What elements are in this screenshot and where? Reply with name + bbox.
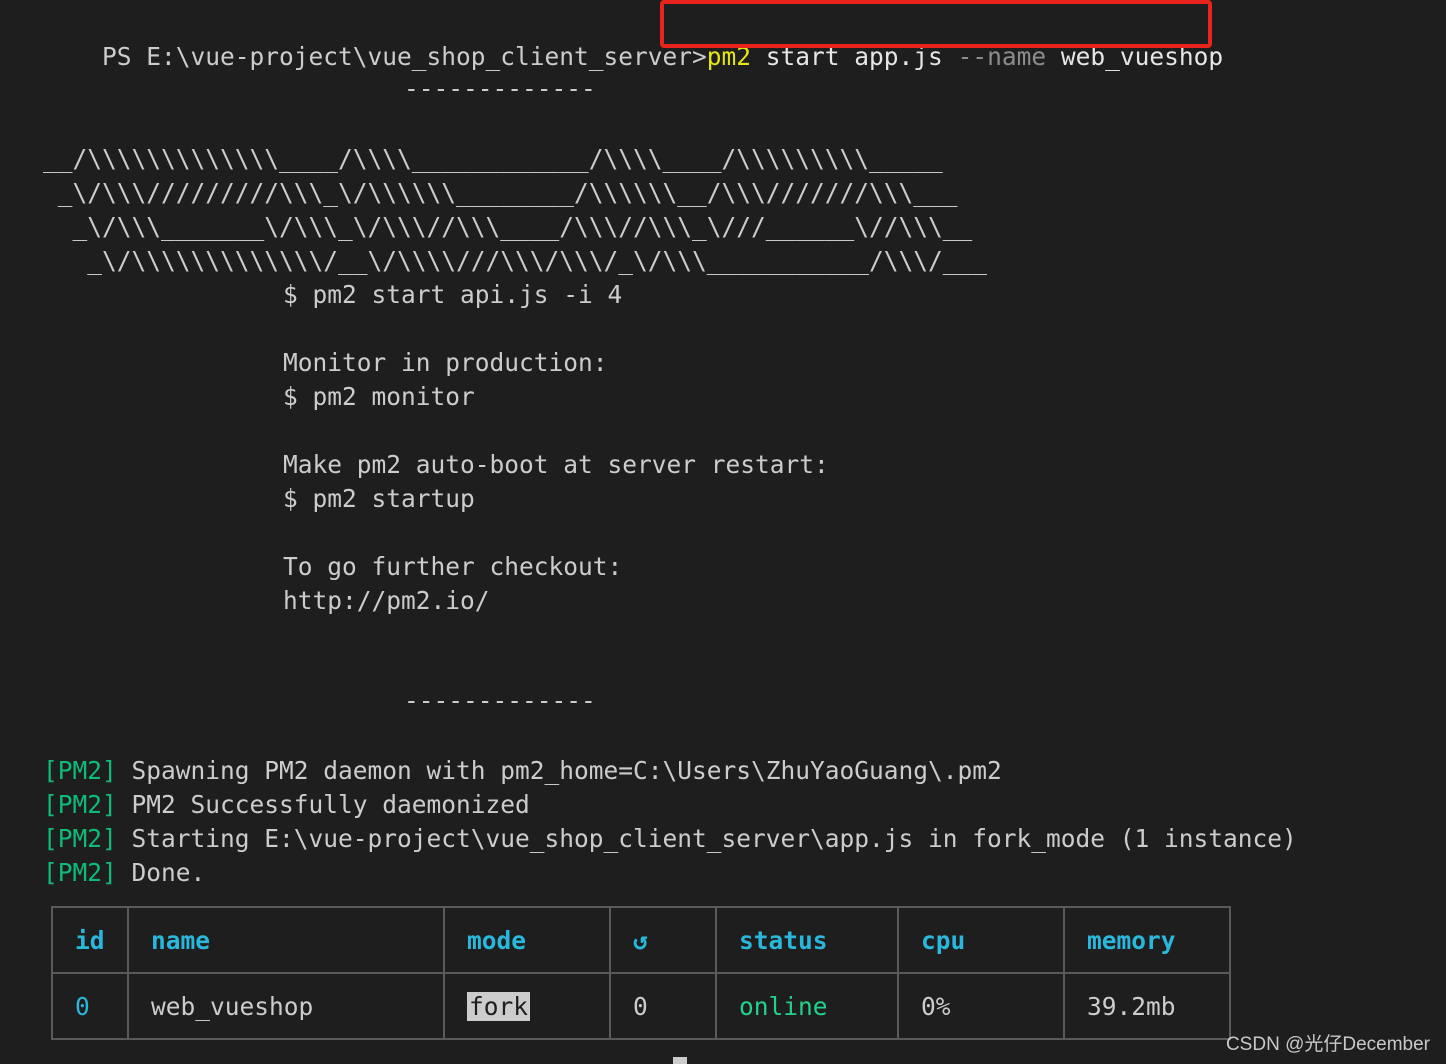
pm2-tag: [PM2] [43, 824, 117, 853]
header-id: id [51, 906, 129, 974]
help-link[interactable]: http://pm2.io/ [283, 584, 490, 618]
help-line-3: Monitor in production: [283, 348, 608, 377]
header-mode: mode [443, 906, 611, 974]
banner-line-4: _\/\\\\\\\\\\\\\/__\/\\\\///\\\/\\\/_\/\… [43, 246, 988, 275]
header-name: name [127, 906, 445, 974]
cell-restarts: 0 [609, 972, 717, 1040]
separator-bottom: ------------- [404, 686, 596, 715]
log-line: [PM2] Spawning PM2 daemon with pm2_home=… [43, 754, 1002, 788]
cell-mode-wrap: fork [443, 972, 611, 1040]
log-line: [PM2] Starting E:\vue-project\vue_shop_c… [43, 822, 1297, 856]
log-line: [PM2] Done. [43, 856, 205, 890]
pm2-tag: [PM2] [43, 756, 117, 785]
help-line-6: Make pm2 auto-boot at server restart: [283, 450, 829, 479]
log-text: Starting E:\vue-project\vue_shop_client_… [116, 824, 1297, 853]
prompt-path: PS E:\vue-project\vue_shop_client_server… [102, 42, 707, 71]
table-header-row: id name mode ↺ status cpu memory [51, 906, 1231, 974]
help-line-1: $ pm2 start api.js -i 4 [283, 280, 623, 309]
pm2-tag: [PM2] [43, 790, 117, 819]
help-line-7: $ pm2 startup [283, 484, 475, 513]
terminal-cursor [673, 1057, 687, 1064]
log-text: PM2 Successfully daemonized [116, 790, 530, 819]
header-status: status [715, 906, 899, 974]
header-cpu: cpu [897, 906, 1065, 974]
banner-line-1: __/\\\\\\\\\\\\\____/\\\\____________/\\… [43, 144, 943, 173]
log-text: Done. [116, 858, 206, 887]
help-line-4: $ pm2 monitor [283, 382, 475, 411]
process-table: id name mode ↺ status cpu memory 0 web_v… [51, 906, 1231, 1040]
help-line-9: To go further checkout: [283, 552, 623, 581]
log-text: Spawning PM2 daemon with pm2_home=C:\Use… [116, 756, 1002, 785]
terminal-panel[interactable]: PS E:\vue-project\vue_shop_client_server… [0, 0, 1446, 1064]
banner-line-2: _\/\\\/////////\\\_\/\\\\\\________/\\\\… [43, 178, 958, 207]
header-memory: memory [1063, 906, 1231, 974]
separator-top: ------------- [404, 74, 596, 103]
cell-name: web_vueshop [127, 972, 445, 1040]
cell-status: online [715, 972, 899, 1040]
cell-mode: fork [467, 991, 531, 1021]
table-row: 0 web_vueshop fork 0 online 0% 39.2mb [51, 972, 1231, 1040]
highlight-box [660, 0, 1212, 48]
header-restart: ↺ [609, 906, 717, 974]
cell-cpu: 0% [897, 972, 1065, 1040]
watermark: CSDN @光仔December [1225, 1034, 1430, 1055]
cell-memory: 39.2mb [1063, 972, 1231, 1040]
cell-id: 0 [51, 972, 129, 1040]
banner-line-3: _\/\\\_______\/\\\_\/\\\//\\\____/\\\//\… [43, 212, 973, 241]
log-line: [PM2] PM2 Successfully daemonized [43, 788, 530, 822]
pm2-tag: [PM2] [43, 858, 117, 887]
